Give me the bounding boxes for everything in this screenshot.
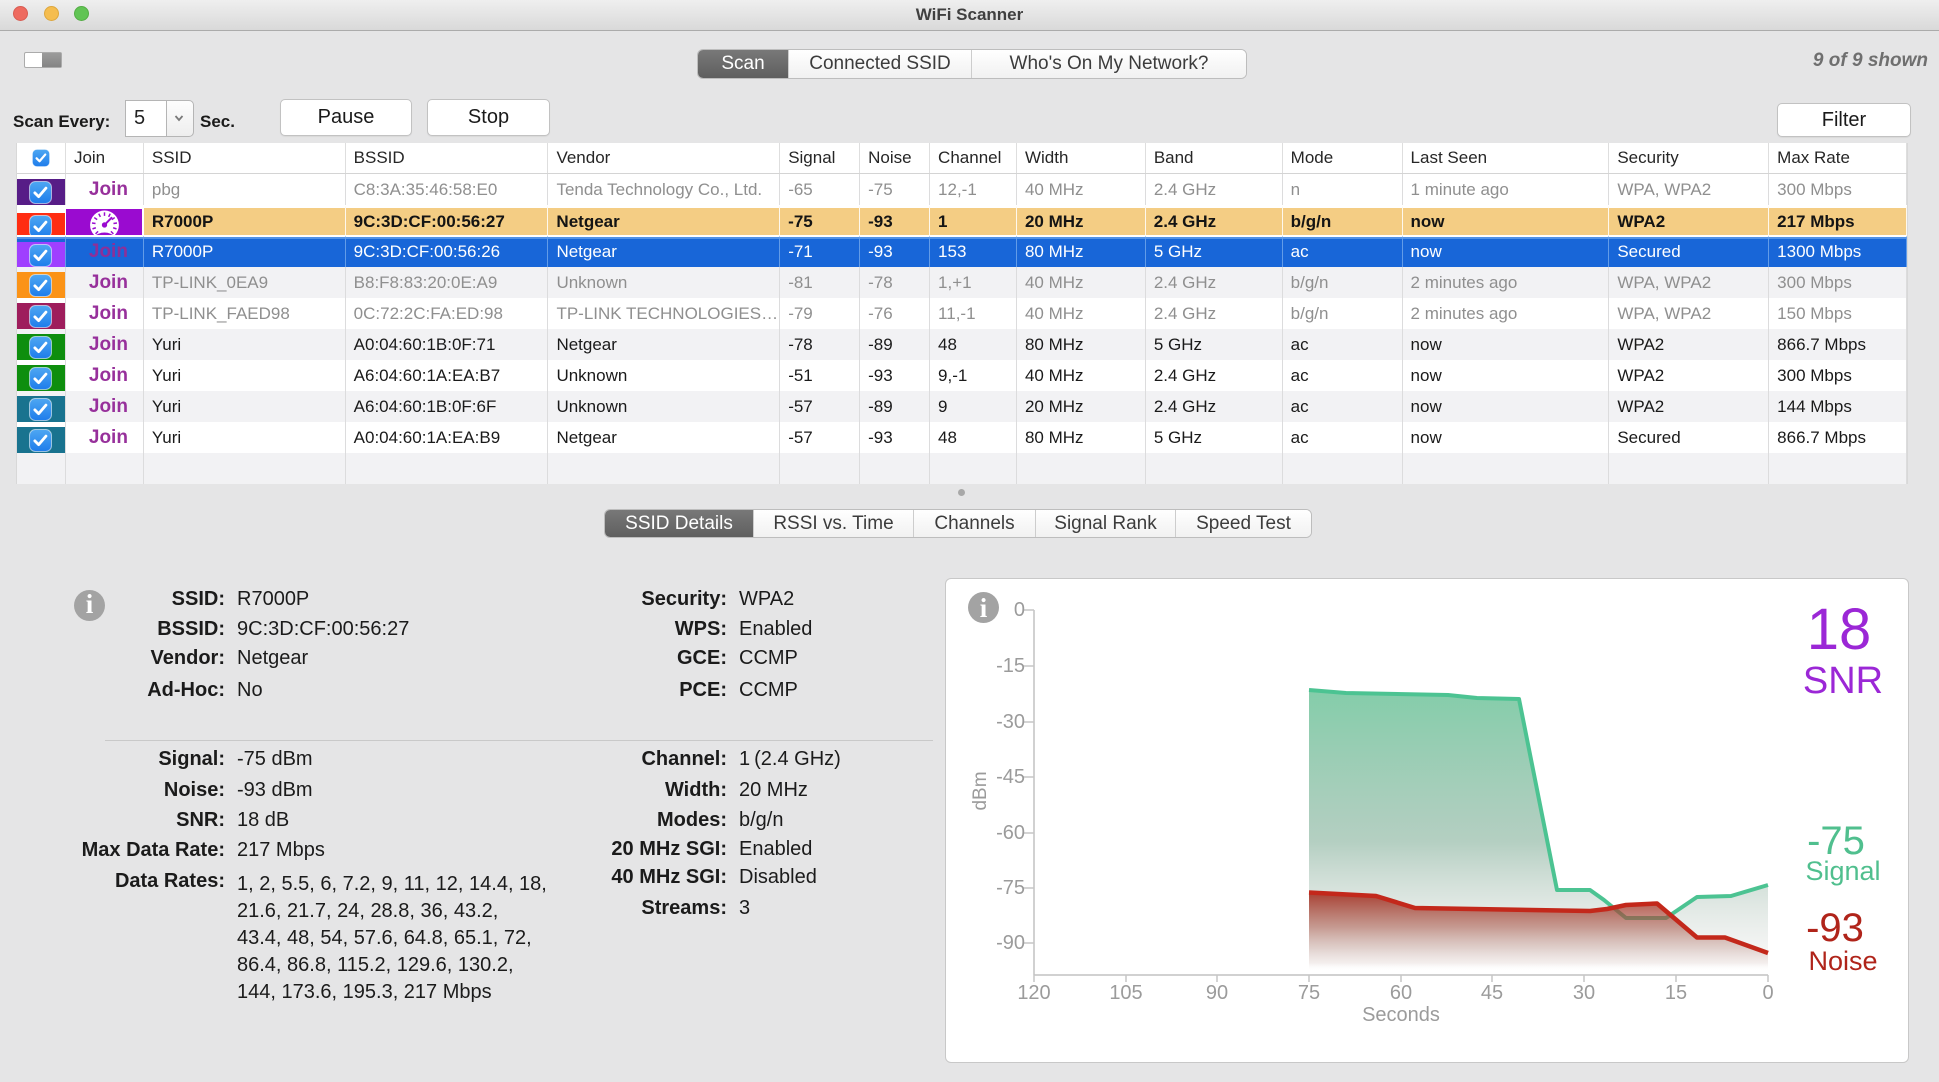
svg-text:60: 60 [1390,982,1412,1004]
svg-text:-30: -30 [996,711,1025,733]
svg-text:-15: -15 [996,655,1025,677]
svg-text:Noise: Noise [1808,946,1877,976]
svg-text:-45: -45 [996,766,1025,788]
svg-text:18: 18 [1807,597,1872,662]
svg-text:45: 45 [1481,982,1503,1004]
svg-text:Seconds: Seconds [1362,1004,1440,1026]
svg-text:120: 120 [1017,982,1050,1004]
svg-text:-60: -60 [996,822,1025,844]
svg-text:75: 75 [1298,982,1320,1004]
svg-text:90: 90 [1206,982,1228,1004]
svg-text:-93: -93 [1806,906,1864,950]
svg-text:Signal: Signal [1805,856,1880,886]
svg-text:0: 0 [1762,982,1773,1004]
svg-text:-75: -75 [996,877,1025,899]
svg-text:0: 0 [1014,599,1025,621]
svg-text:SNR: SNR [1803,660,1883,702]
svg-text:dBm: dBm [970,771,991,810]
svg-text:30: 30 [1573,982,1595,1004]
svg-text:i: i [980,593,988,623]
svg-text:105: 105 [1109,982,1142,1004]
svg-text:15: 15 [1665,982,1687,1004]
svg-text:-90: -90 [996,932,1025,954]
